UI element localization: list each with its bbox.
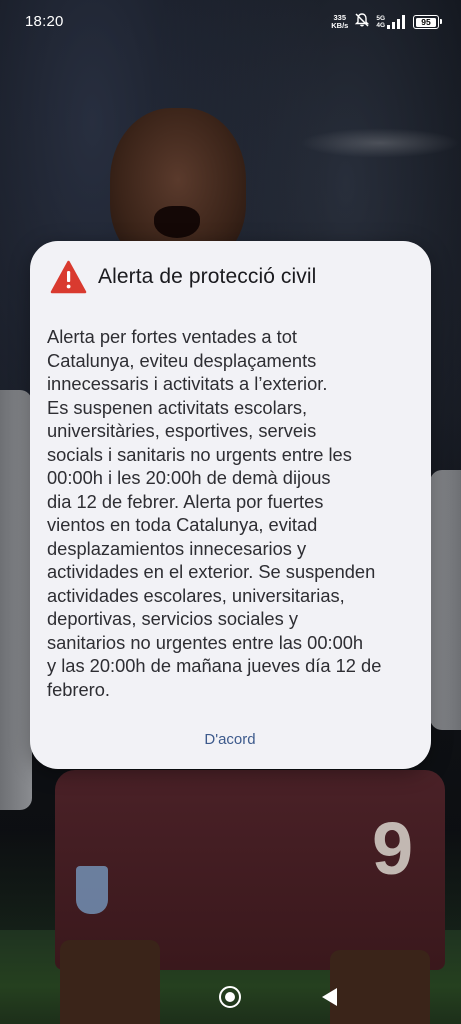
network-type-bottom: 4G <box>376 22 385 29</box>
stadium-lights <box>300 128 460 158</box>
club-crest <box>76 866 108 914</box>
back-triangle-icon[interactable] <box>322 988 337 1006</box>
battery-level: 95 <box>416 17 436 27</box>
ok-button[interactable]: D'acord <box>180 731 280 755</box>
dialog-header: Alerta de protecció civil <box>50 259 411 295</box>
network-type-label: 5G 4G <box>376 15 385 29</box>
status-bar: 18:20 335 KB/s 5G 4G 95 <box>0 0 461 44</box>
bell-off-icon <box>354 12 370 33</box>
player-sleeve-right <box>430 470 461 730</box>
warning-triangle-icon <box>50 260 87 294</box>
dialog-title: Alerta de protecció civil <box>98 265 317 288</box>
network-type-top: 5G <box>376 15 385 22</box>
dialog-message: Alerta per fortes ventades a tot Catalun… <box>47 326 382 700</box>
network-speed: 335 KB/s <box>331 14 348 30</box>
screen: 9 18:20 335 KB/s 5G 4G 95 Alerta de prot… <box>0 0 461 1024</box>
emergency-alert-dialog: Alerta de protecció civil Alerta per for… <box>30 241 431 769</box>
navigation-bar <box>0 972 461 1024</box>
home-dot <box>225 992 235 1002</box>
network-speed-unit: KB/s <box>331 21 349 30</box>
cellular-signal: 5G 4G <box>376 15 407 29</box>
home-circle-icon[interactable] <box>219 986 241 1008</box>
status-icons: 335 KB/s 5G 4G 95 <box>331 12 442 33</box>
battery-icon: 95 <box>413 15 442 29</box>
signal-bars-icon <box>387 15 405 29</box>
status-time: 18:20 <box>25 13 64 30</box>
jersey-number: 9 <box>372 807 414 890</box>
player-mouth <box>154 206 200 238</box>
player-sleeve-left <box>0 390 32 810</box>
